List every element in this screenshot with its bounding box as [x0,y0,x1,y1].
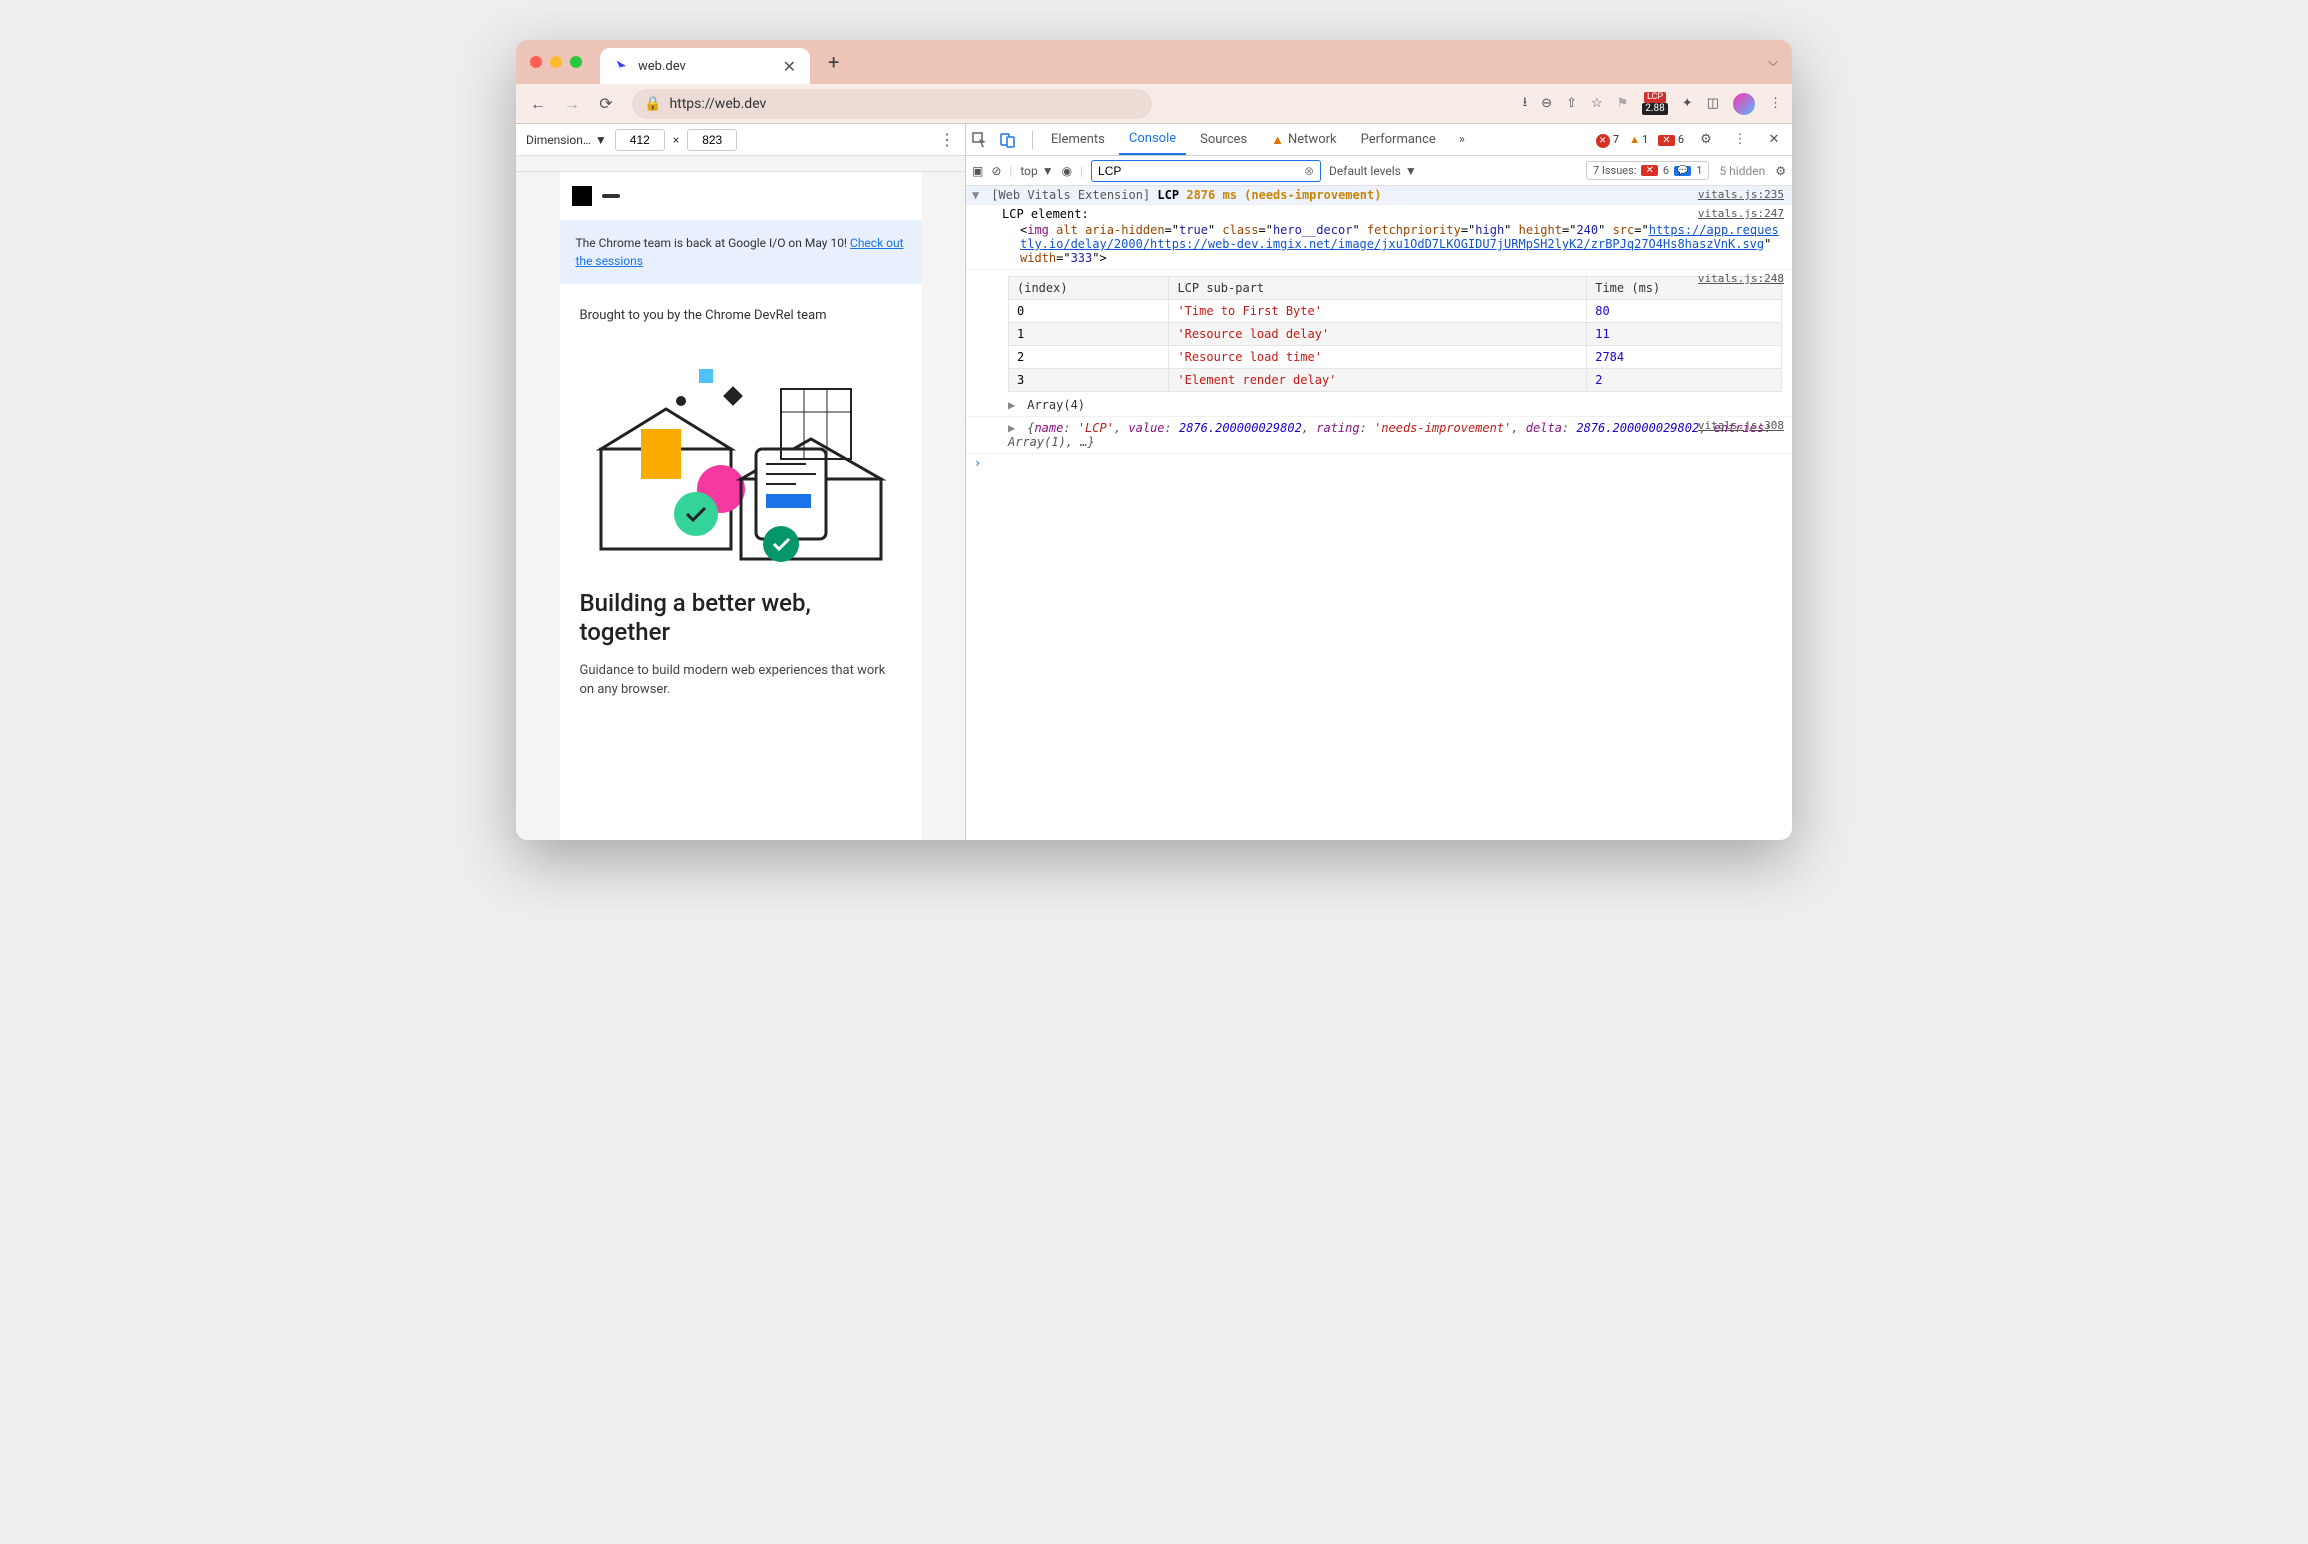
announcement-banner: The Chrome team is back at Google I/O on… [560,220,922,284]
lcp-table-row: vitals.js:248 (index) LCP sub-part Time … [966,270,1792,417]
tab-network[interactable]: ▲Network [1261,124,1346,155]
new-tab-button[interactable]: + [828,50,839,74]
minimize-window-button[interactable] [550,56,562,68]
height-input[interactable] [687,129,737,151]
filter-text[interactable] [1098,164,1304,178]
install-icon[interactable]: ⭳ [1523,93,1528,115]
th-index: (index) [1009,277,1169,300]
devtools-menu-icon[interactable]: ⋮ [1728,132,1752,147]
sidepanel-icon[interactable]: ◫ [1707,96,1719,111]
browser-window: web.dev ✕ + ⌵ ← → ⟳ 🔒 https://web.dev ⭳ … [516,40,1792,840]
table-row: 0'Time to First Byte'80 [1009,300,1782,323]
warning-count[interactable]: 1 [1629,133,1648,146]
profile-avatar[interactable] [1733,93,1755,115]
inspect-icon[interactable] [972,132,996,148]
source-link[interactable]: vitals.js:235 [1698,188,1784,201]
favicon-icon [614,58,630,74]
table-row: 2'Resource load time'2784 [1009,346,1782,369]
dimensions-dropdown[interactable]: Dimension… ▼ [526,133,607,147]
viewport-area: The Chrome team is back at Google I/O on… [516,172,965,840]
ext-label: LCP [1644,92,1666,103]
bookmark-icon[interactable]: ☆ [1591,96,1603,111]
clear-filter-icon[interactable]: ⊗ [1304,164,1314,178]
lcp-element-label: LCP element: [972,207,1786,221]
settings-icon[interactable]: ⚙ [1694,132,1718,147]
tab-elements[interactable]: Elements [1041,124,1115,155]
close-devtools-icon[interactable]: ✕ [1762,132,1786,147]
lcp-subparts-table: (index) LCP sub-part Time (ms) 0'Time to… [1008,276,1782,392]
forward-button[interactable]: → [560,94,584,114]
log-header-row[interactable]: vitals.js:235 ▼ [Web Vitals Extension] L… [966,186,1792,205]
console-prompt[interactable]: › [966,454,1792,472]
share-icon[interactable]: ⇧ [1566,96,1577,111]
sidebar-toggle-icon[interactable]: ▣ [972,164,983,178]
blocked-count[interactable]: ✕ 6 [1658,132,1684,147]
close-window-button[interactable] [530,56,542,68]
site-header [560,172,922,220]
hero-subtext: Guidance to build modern web experiences… [580,661,902,700]
kicker-text: Brought to you by the Chrome DevRel team [580,308,902,323]
clear-console-icon[interactable]: ⊘ [991,164,1001,178]
address-bar[interactable]: 🔒 https://web.dev [632,89,1152,119]
source-link[interactable]: vitals.js:247 [1698,207,1784,220]
device-toolbar: Dimension… ▼ × ⋮ [516,124,965,156]
log-levels-selector[interactable]: Default levels ▼ [1329,164,1417,178]
hamburger-icon[interactable] [602,194,620,198]
table-row: 1'Resource load delay'11 [1009,323,1782,346]
chevron-down-icon[interactable]: ⌵ [1768,55,1778,70]
flag-icon[interactable]: ⚑ [1617,96,1629,111]
source-link[interactable]: vitals.js:248 [1698,272,1784,285]
site-logo-icon[interactable] [572,186,592,206]
more-tabs-icon[interactable]: » [1450,132,1474,147]
zoom-icon[interactable]: ⊖ [1541,96,1552,111]
menu-icon[interactable]: ⋮ [1769,96,1782,111]
filter-input[interactable]: ⊗ [1091,160,1321,182]
titlebar: web.dev ✕ + ⌵ [516,40,1792,84]
error-count[interactable]: ✕ 7 [1596,132,1619,148]
width-input[interactable] [615,129,665,151]
close-tab-icon[interactable]: ✕ [783,57,796,76]
device-toggle-icon[interactable] [1000,132,1024,148]
issues-badge[interactable]: 7 Issues: ✕6 💬1 [1586,161,1709,180]
viewport[interactable]: The Chrome team is back at Google I/O on… [560,172,922,840]
device-more-icon[interactable]: ⋮ [939,130,955,149]
banner-text: The Chrome team is back at Google I/O on… [576,236,851,250]
devtools-tabs: Elements Console Sources ▲Network Perfor… [966,124,1792,156]
tab-sources[interactable]: Sources [1190,124,1257,155]
browser-tab[interactable]: web.dev ✕ [600,48,810,84]
ruler [516,156,965,172]
tab-title: web.dev [638,59,775,74]
window-controls [530,56,582,68]
hidden-count[interactable]: 5 hidden [1719,164,1765,178]
toolbar: ← → ⟳ 🔒 https://web.dev ⭳ ⊖ ⇧ ☆ ⚑ LCP 2.… [516,84,1792,124]
ext-value: 2.88 [1642,103,1668,115]
console-settings-icon[interactable]: ⚙ [1775,164,1786,178]
hero-heading: Building a better web, together [580,589,902,647]
dimension-separator: × [673,133,679,147]
th-subpart: LCP sub-part [1169,277,1587,300]
devtools-pane: Elements Console Sources ▲Network Perfor… [966,124,1792,840]
maximize-window-button[interactable] [570,56,582,68]
back-button[interactable]: ← [526,94,550,114]
tab-console[interactable]: Console [1119,124,1186,155]
tab-performance[interactable]: Performance [1351,124,1446,155]
context-selector[interactable]: top ▼ [1020,164,1053,178]
web-vitals-extension-icon[interactable]: LCP 2.88 [1642,92,1668,115]
lock-icon: 🔒 [644,96,661,112]
reload-button[interactable]: ⟳ [594,94,618,113]
device-preview-pane: Dimension… ▼ × ⋮ The Chrome team is back… [516,124,966,840]
table-row: 3'Element render delay'2 [1009,369,1782,392]
extensions-icon[interactable]: ✦ [1682,96,1693,111]
lcp-element-html[interactable]: <img alt aria-hidden="true" class="hero_… [972,221,1786,267]
console-toolbar: ▣ ⊘ | top ▼ ◉ | ⊗ Default levels ▼ 7 Iss… [966,156,1792,186]
url-text: https://web.dev [669,96,766,112]
array-summary[interactable]: ▶ Array(4) [972,396,1786,414]
lcp-object-row[interactable]: vitals.js:308 ▶ {name: 'LCP', value: 287… [966,417,1792,454]
lcp-element-row: vitals.js:247 LCP element: <img alt aria… [966,205,1792,270]
hero-illustration [580,339,902,569]
console-output: vitals.js:235 ▼ [Web Vitals Extension] L… [966,186,1792,840]
source-link[interactable]: vitals.js:308 [1698,419,1784,432]
live-expression-icon[interactable]: ◉ [1062,164,1072,178]
